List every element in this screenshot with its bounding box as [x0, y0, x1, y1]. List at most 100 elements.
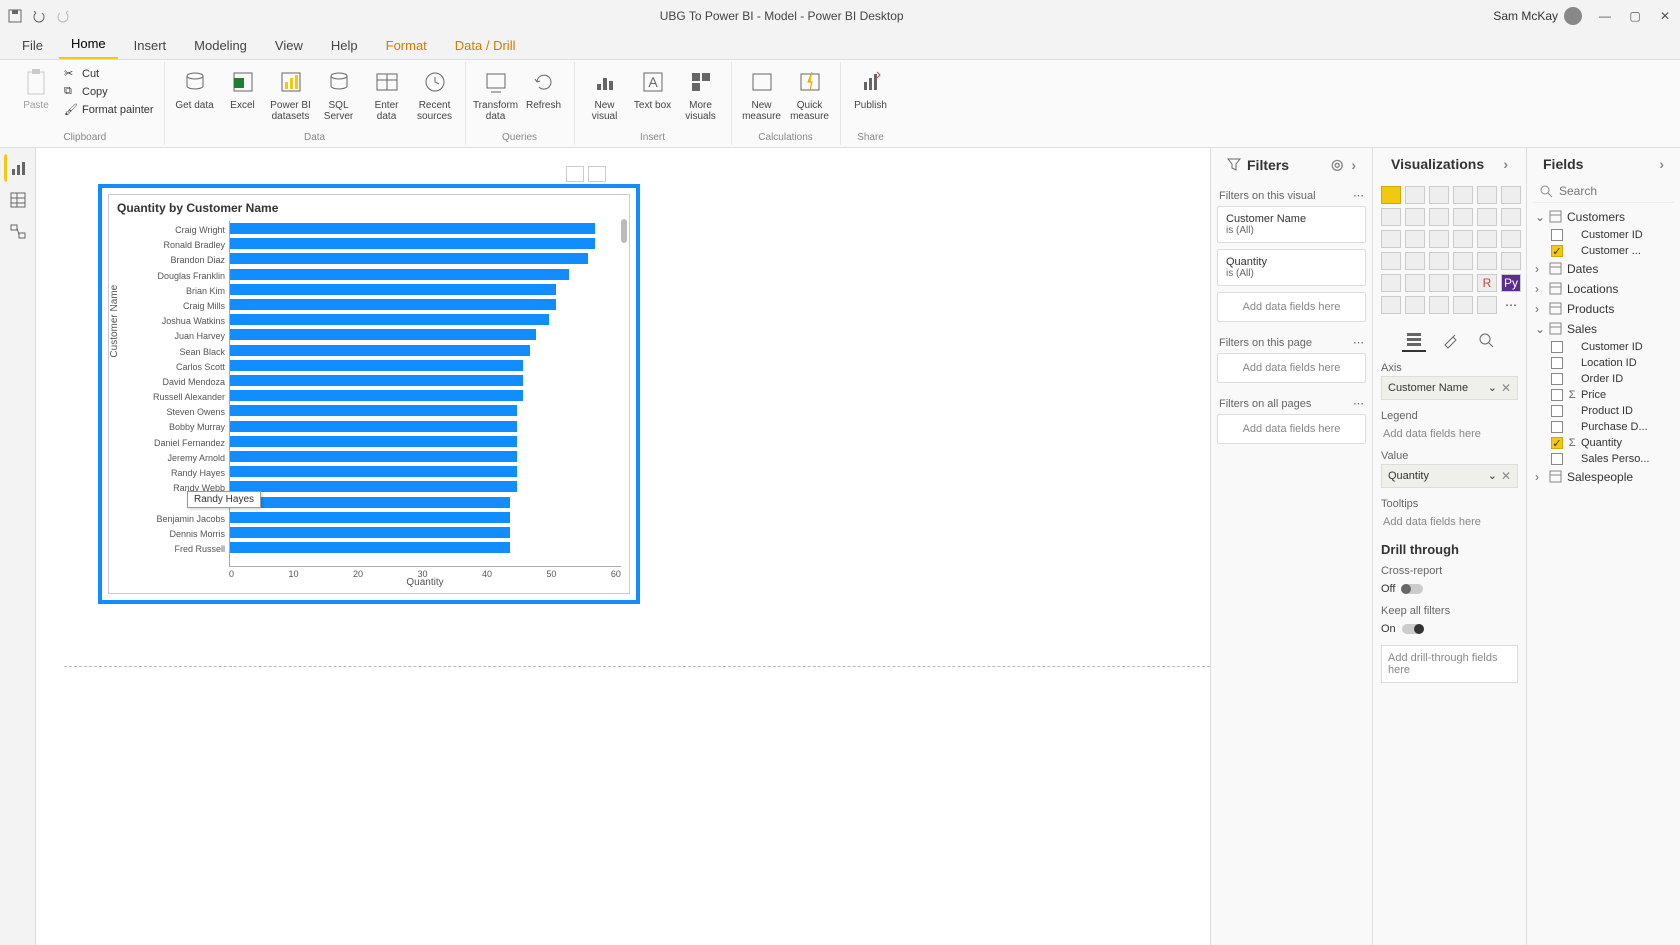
tab-view[interactable]: View	[263, 34, 315, 59]
enter-data-button[interactable]: Enter data	[363, 64, 411, 124]
viz-type-button[interactable]	[1477, 208, 1497, 226]
bar[interactable]	[230, 405, 517, 416]
bar[interactable]	[230, 542, 510, 553]
checkbox[interactable]	[1551, 373, 1563, 385]
filter-card[interactable]: Customer Nameis (All)	[1217, 206, 1366, 243]
more-icon[interactable]: ⋯	[1353, 336, 1364, 349]
excel-button[interactable]: Excel	[219, 64, 267, 113]
checkbox[interactable]	[1551, 389, 1563, 401]
table-item[interactable]: ›Products	[1533, 299, 1674, 319]
viz-type-button[interactable]	[1453, 208, 1473, 226]
bar[interactable]	[230, 238, 595, 249]
field-item[interactable]: Product ID	[1533, 403, 1674, 419]
bar[interactable]	[230, 390, 523, 401]
viz-type-button[interactable]	[1501, 208, 1521, 226]
table-item[interactable]: ⌄Sales	[1533, 319, 1674, 339]
fields-search[interactable]	[1533, 180, 1674, 203]
checkbox[interactable]	[1551, 229, 1563, 241]
viz-type-button[interactable]	[1453, 252, 1473, 270]
viz-type-button[interactable]	[1405, 186, 1425, 204]
quick-measure-button[interactable]: Quick measure	[786, 64, 834, 124]
viz-type-button[interactable]	[1477, 296, 1497, 314]
bar[interactable]	[230, 527, 510, 538]
format-tab-icon[interactable]	[1438, 328, 1462, 352]
bar[interactable]	[230, 436, 517, 447]
field-item[interactable]: Customer ID	[1533, 339, 1674, 355]
tooltips-placeholder[interactable]: Add data fields here	[1381, 512, 1518, 532]
tab-modeling[interactable]: Modeling	[182, 34, 259, 59]
table-item[interactable]: ›Salespeople	[1533, 467, 1674, 487]
tab-data-drill[interactable]: Data / Drill	[443, 34, 528, 59]
checkbox[interactable]	[1551, 421, 1563, 433]
field-item[interactable]: Location ID	[1533, 355, 1674, 371]
search-input[interactable]	[1559, 184, 1680, 198]
viz-type-button[interactable]: Py	[1501, 274, 1521, 292]
table-item[interactable]: ›Dates	[1533, 259, 1674, 279]
bar[interactable]	[230, 451, 517, 462]
new-visual-button[interactable]: New visual	[581, 64, 629, 124]
model-view-button[interactable]	[4, 218, 32, 246]
checkbox[interactable]	[1551, 453, 1563, 465]
viz-type-button[interactable]: R	[1477, 274, 1497, 292]
new-measure-button[interactable]: New measure	[738, 64, 786, 124]
data-view-button[interactable]	[4, 186, 32, 214]
text-box-button[interactable]: AText box	[629, 64, 677, 113]
viz-type-button[interactable]	[1429, 274, 1449, 292]
bar[interactable]	[230, 253, 588, 264]
save-icon[interactable]	[8, 9, 22, 23]
viz-type-button[interactable]	[1453, 274, 1473, 292]
checkbox[interactable]	[1551, 341, 1563, 353]
legend-placeholder[interactable]: Add data fields here	[1381, 424, 1518, 444]
maximize-button[interactable]: ▢	[1628, 9, 1642, 23]
viz-type-button[interactable]	[1381, 230, 1401, 248]
recent-sources-button[interactable]: Recent sources	[411, 64, 459, 124]
collapse-icon[interactable]: ›	[1351, 157, 1356, 173]
paste-button[interactable]: Paste	[12, 64, 60, 113]
minimize-button[interactable]: —	[1598, 9, 1612, 23]
report-view-button[interactable]	[4, 154, 32, 182]
fields-tab-icon[interactable]	[1402, 328, 1426, 352]
publish-button[interactable]: Publish	[847, 64, 895, 113]
tab-home[interactable]: Home	[59, 32, 118, 59]
collapse-icon[interactable]: ›	[1659, 156, 1664, 172]
analytics-tab-icon[interactable]	[1474, 328, 1498, 352]
bar[interactable]	[230, 284, 556, 295]
transform-data-button[interactable]: Transform data	[472, 64, 520, 124]
viz-type-button[interactable]: ⋯	[1501, 296, 1521, 314]
keep-filters-toggle[interactable]: On	[1381, 623, 1518, 635]
viz-type-button[interactable]	[1477, 230, 1497, 248]
field-item[interactable]: Sales Perso...	[1533, 451, 1674, 467]
viz-type-button[interactable]	[1405, 208, 1425, 226]
checkbox[interactable]	[1551, 357, 1563, 369]
bar[interactable]	[230, 360, 523, 371]
viz-type-button[interactable]	[1405, 296, 1425, 314]
more-options-icon[interactable]	[588, 166, 606, 182]
user-account[interactable]: Sam McKay	[1493, 7, 1582, 25]
viz-type-button[interactable]	[1453, 186, 1473, 204]
cut-button[interactable]: ✂Cut	[60, 66, 158, 82]
viz-type-button[interactable]	[1501, 252, 1521, 270]
checkbox[interactable]: ✓	[1551, 437, 1563, 449]
focus-mode-icon[interactable]	[566, 166, 584, 182]
viz-type-button[interactable]	[1429, 252, 1449, 270]
viz-type-button[interactable]	[1381, 296, 1401, 314]
axis-field-well[interactable]: Customer Name⌄✕	[1381, 376, 1518, 400]
chevron-down-icon[interactable]: ⌄	[1488, 469, 1497, 483]
bar[interactable]	[230, 466, 517, 477]
bar[interactable]	[230, 269, 569, 280]
viz-type-button[interactable]	[1477, 252, 1497, 270]
viz-type-button[interactable]	[1429, 296, 1449, 314]
tab-insert[interactable]: Insert	[122, 34, 179, 59]
viz-type-button[interactable]	[1381, 208, 1401, 226]
viz-type-button[interactable]	[1381, 252, 1401, 270]
more-icon[interactable]: ⋯	[1353, 397, 1364, 410]
tab-format[interactable]: Format	[374, 34, 439, 59]
bar[interactable]	[230, 345, 530, 356]
viz-type-button[interactable]	[1429, 208, 1449, 226]
remove-icon[interactable]: ✕	[1501, 381, 1511, 395]
field-item[interactable]: ✓Customer ...	[1533, 243, 1674, 259]
collapse-icon[interactable]: ›	[1503, 156, 1508, 172]
refresh-button[interactable]: Refresh	[520, 64, 568, 113]
more-icon[interactable]: ⋯	[1353, 189, 1364, 202]
viz-type-button[interactable]	[1405, 230, 1425, 248]
